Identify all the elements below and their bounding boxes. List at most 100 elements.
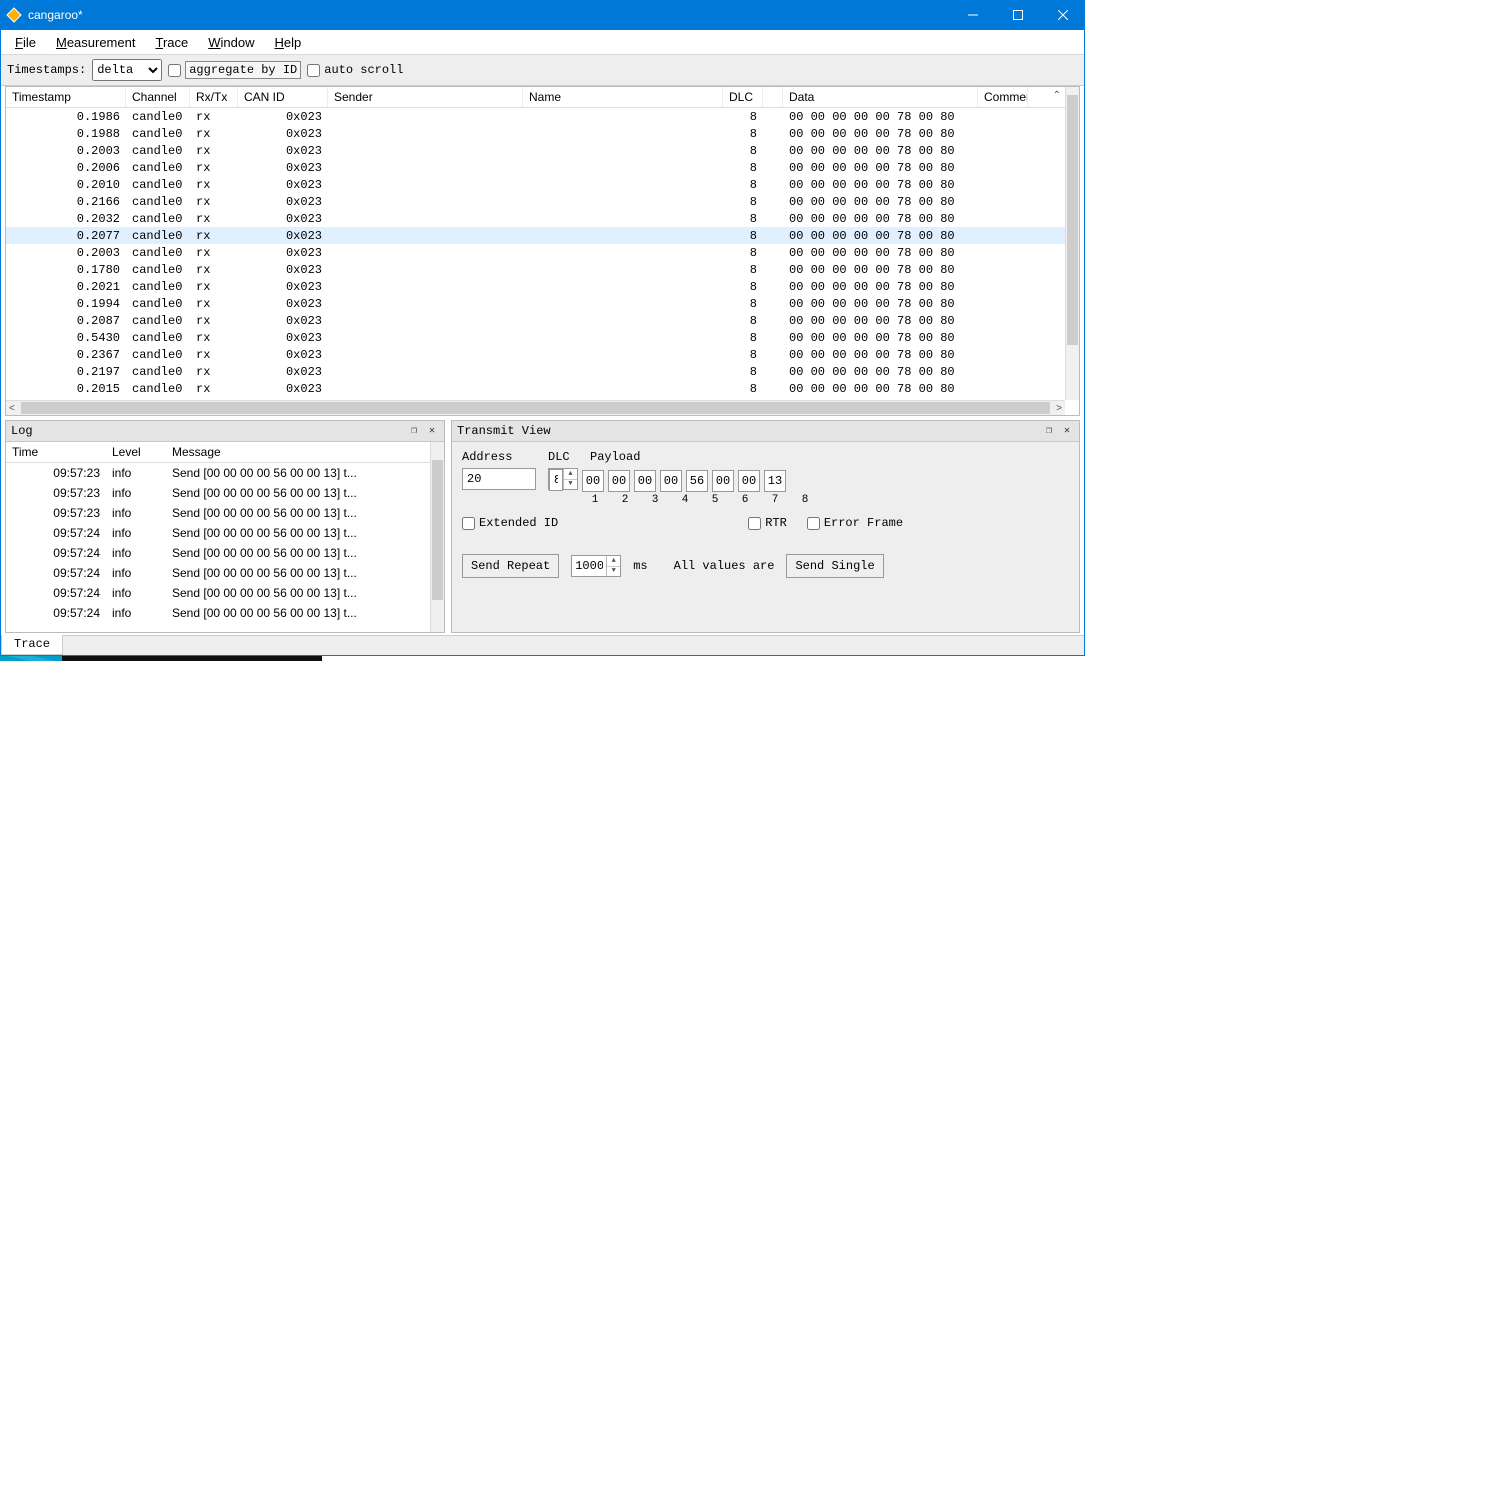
- payload-index-label: 1: [582, 494, 608, 506]
- trace-row[interactable]: 0.2367candle0rx0x023800 00 00 00 00 78 0…: [6, 346, 1079, 363]
- trace-row[interactable]: 0.2010candle0rx0x023800 00 00 00 00 78 0…: [6, 176, 1079, 193]
- trace-col-data[interactable]: Data: [783, 87, 978, 107]
- log-row[interactable]: 09:57:23infoSend [00 00 00 00 56 00 00 1…: [6, 483, 444, 503]
- dlc-spinner[interactable]: ▲▼: [548, 468, 578, 490]
- trace-row[interactable]: 0.1780candle0rx0x023800 00 00 00 00 78 0…: [6, 261, 1079, 278]
- menu-help[interactable]: Help: [264, 32, 311, 53]
- log-vertical-scrollbar[interactable]: [430, 442, 444, 632]
- payload-index-label: 8: [792, 494, 818, 506]
- trace-col-channel[interactable]: Channel: [126, 87, 190, 107]
- log-restore-icon[interactable]: ❐: [407, 424, 421, 438]
- menu-trace[interactable]: Trace: [145, 32, 198, 53]
- payload-byte-6[interactable]: [712, 470, 734, 492]
- trace-row[interactable]: 0.2077candle0rx0x023800 00 00 00 00 78 0…: [6, 227, 1079, 244]
- dlc-input[interactable]: [549, 469, 563, 491]
- rtr-checkbox[interactable]: RTR: [748, 516, 787, 530]
- trace-row[interactable]: 0.2006candle0rx0x023800 00 00 00 00 78 0…: [6, 159, 1079, 176]
- log-row[interactable]: 09:57:24infoSend [00 00 00 00 56 00 00 1…: [6, 563, 444, 583]
- trace-col-sender[interactable]: Sender: [328, 87, 523, 107]
- trace-col-dlc[interactable]: DLC: [723, 87, 763, 107]
- log-row[interactable]: 09:57:24infoSend [00 00 00 00 56 00 00 1…: [6, 523, 444, 543]
- menu-window[interactable]: Window: [198, 32, 264, 53]
- payload-byte-1[interactable]: [582, 470, 604, 492]
- trace-row[interactable]: 0.2032candle0rx0x023800 00 00 00 00 78 0…: [6, 210, 1079, 227]
- trace-col-timestamp[interactable]: Timestamp: [6, 87, 126, 107]
- trace-row[interactable]: 0.2087candle0rx0x023800 00 00 00 00 78 0…: [6, 312, 1079, 329]
- log-table: Time Level Message 09:57:23infoSend [00 …: [6, 442, 444, 632]
- payload-byte-8[interactable]: [764, 470, 786, 492]
- aggregate-by-id-input[interactable]: [168, 64, 181, 77]
- extended-id-checkbox[interactable]: Extended ID: [462, 516, 558, 530]
- log-body[interactable]: 09:57:23infoSend [00 00 00 00 56 00 00 1…: [6, 463, 444, 623]
- trace-row[interactable]: 0.2015candle0rx0x023800 00 00 00 00 78 0…: [6, 380, 1079, 397]
- close-button[interactable]: [1040, 0, 1085, 30]
- log-row[interactable]: 09:57:23infoSend [00 00 00 00 56 00 00 1…: [6, 463, 444, 483]
- repeat-up-icon[interactable]: ▲: [607, 556, 620, 567]
- log-col-level[interactable]: Level: [106, 442, 166, 462]
- log-panel: Log ❐ ✕ Time Level Message 09:57:23infoS…: [5, 420, 445, 633]
- trace-row[interactable]: 0.1988candle0rx0x023800 00 00 00 00 78 0…: [6, 125, 1079, 142]
- ms-label: ms: [633, 559, 647, 573]
- payload-byte-3[interactable]: [634, 470, 656, 492]
- payload-byte-5[interactable]: [686, 470, 708, 492]
- trace-row[interactable]: 0.2166candle0rx0x023800 00 00 00 00 78 0…: [6, 193, 1079, 210]
- trace-row[interactable]: 0.2197candle0rx0x023800 00 00 00 00 78 0…: [6, 363, 1079, 380]
- trace-horizontal-scrollbar[interactable]: <>: [6, 400, 1065, 415]
- log-row[interactable]: 09:57:24infoSend [00 00 00 00 56 00 00 1…: [6, 583, 444, 603]
- trace-vertical-scrollbar[interactable]: [1065, 87, 1079, 400]
- trace-row[interactable]: 0.2021candle0rx0x023800 00 00 00 00 78 0…: [6, 278, 1079, 295]
- sort-indicator-icon: ⌃: [1053, 90, 1061, 101]
- address-input[interactable]: [462, 468, 536, 490]
- rtr-label: RTR: [765, 516, 787, 530]
- menu-file[interactable]: File: [5, 32, 46, 53]
- trace-col-canid[interactable]: CAN ID: [238, 87, 328, 107]
- minimize-button[interactable]: [950, 0, 995, 30]
- trace-row[interactable]: 0.5430candle0rx0x023800 00 00 00 00 78 0…: [6, 329, 1079, 346]
- payload-byte-2[interactable]: [608, 470, 630, 492]
- error-frame-checkbox[interactable]: Error Frame: [807, 516, 903, 530]
- transmit-form: Address DLC ▲▼ Payload 12345678: [452, 442, 1079, 632]
- transmit-close-icon[interactable]: ✕: [1060, 424, 1074, 438]
- taskbar-stub: [0, 656, 1085, 661]
- trace-col-rxtx[interactable]: Rx/Tx: [190, 87, 238, 107]
- payload-index-label: 3: [642, 494, 668, 506]
- log-col-time[interactable]: Time: [6, 442, 106, 462]
- trace-row[interactable]: 0.1994candle0rx0x023800 00 00 00 00 78 0…: [6, 295, 1079, 312]
- payload-numbers: 12345678: [582, 494, 818, 506]
- payload-bytes: [582, 470, 818, 492]
- address-label: Address: [462, 450, 536, 464]
- log-row[interactable]: 09:57:24infoSend [00 00 00 00 56 00 00 1…: [6, 543, 444, 563]
- auto-scroll-checkbox[interactable]: auto scroll: [307, 63, 403, 77]
- trace-panel: Timestamp Channel Rx/Tx CAN ID Sender Na…: [5, 86, 1080, 416]
- send-single-button[interactable]: Send Single: [786, 554, 883, 578]
- dlc-down-icon[interactable]: ▼: [564, 480, 577, 490]
- timestamps-select[interactable]: delta: [92, 59, 162, 81]
- log-row[interactable]: 09:57:23infoSend [00 00 00 00 56 00 00 1…: [6, 503, 444, 523]
- transmit-panel-header: Transmit View ❐ ✕: [452, 421, 1079, 442]
- tab-trace[interactable]: Trace: [1, 635, 63, 655]
- repeat-ms-spinner[interactable]: ▲▼: [571, 555, 621, 577]
- dlc-up-icon[interactable]: ▲: [564, 469, 577, 480]
- trace-col-name[interactable]: Name: [523, 87, 723, 107]
- maximize-button[interactable]: [995, 0, 1040, 30]
- log-row[interactable]: 09:57:24infoSend [00 00 00 00 56 00 00 1…: [6, 603, 444, 623]
- payload-byte-4[interactable]: [660, 470, 682, 492]
- extended-id-label: Extended ID: [479, 516, 558, 530]
- menu-bar: File Measurement Trace Window Help: [1, 30, 1084, 55]
- trace-col-comment[interactable]: Commer: [978, 87, 1028, 107]
- send-repeat-button[interactable]: Send Repeat: [462, 554, 559, 578]
- trace-row[interactable]: 0.2003candle0rx0x023800 00 00 00 00 78 0…: [6, 244, 1079, 261]
- log-col-message[interactable]: Message: [166, 442, 430, 462]
- trace-row[interactable]: 0.2003candle0rx0x023800 00 00 00 00 78 0…: [6, 142, 1079, 159]
- trace-body[interactable]: 0.1986candle0rx0x023800 00 00 00 00 78 0…: [6, 108, 1079, 415]
- repeat-ms-input[interactable]: [572, 556, 606, 576]
- repeat-down-icon[interactable]: ▼: [607, 567, 620, 577]
- trace-row[interactable]: 0.1986candle0rx0x023800 00 00 00 00 78 0…: [6, 108, 1079, 125]
- aggregate-by-id-checkbox[interactable]: aggregate by ID: [168, 61, 301, 79]
- menu-measurement[interactable]: Measurement: [46, 32, 146, 53]
- payload-byte-7[interactable]: [738, 470, 760, 492]
- transmit-restore-icon[interactable]: ❐: [1042, 424, 1056, 438]
- auto-scroll-input[interactable]: [307, 64, 320, 77]
- payload-index-label: 7: [762, 494, 788, 506]
- log-close-icon[interactable]: ✕: [425, 424, 439, 438]
